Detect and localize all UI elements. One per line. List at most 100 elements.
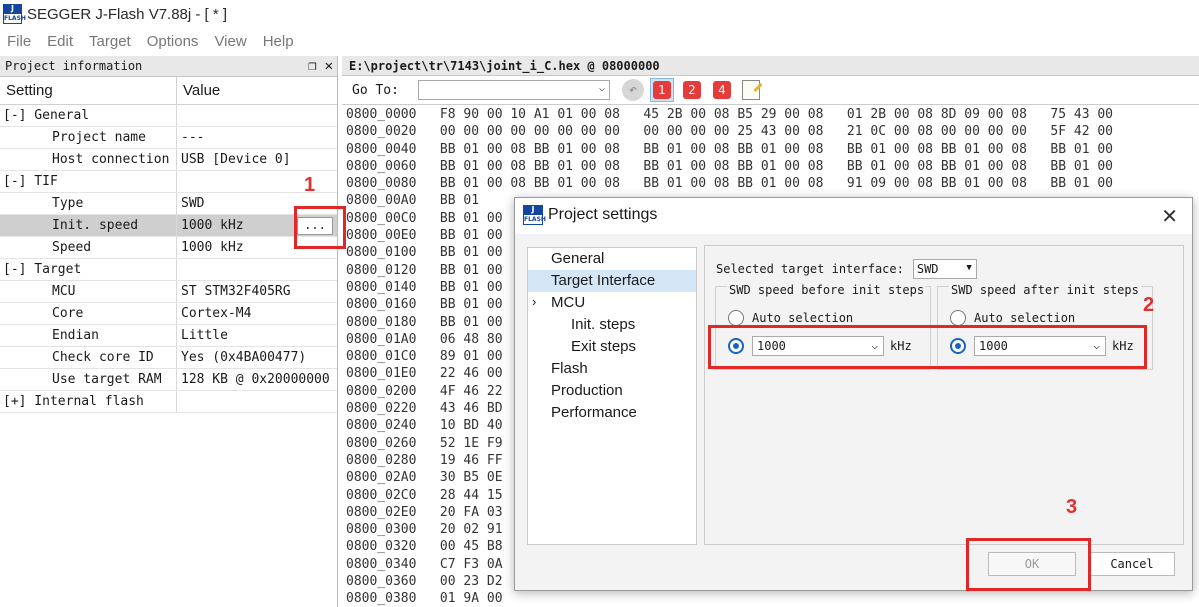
menu-bar: File Edit Target Options View Help	[0, 30, 1199, 54]
setting-value	[177, 391, 337, 412]
nav-item-production[interactable]: Production	[528, 380, 696, 402]
setting-value: ST STM32F405RG	[181, 284, 291, 299]
menu-target[interactable]: Target	[81, 30, 139, 54]
setting-name: [-] TIF	[0, 171, 177, 192]
property-row[interactable]: Init. speed 1000 kHz...	[0, 215, 337, 237]
menu-options[interactable]: Options	[139, 30, 207, 54]
setting-name: [-] Target	[0, 259, 177, 280]
nav-label: Init. steps	[571, 316, 636, 333]
annotation-number-1: 1	[304, 174, 316, 196]
menu-file[interactable]: File	[0, 30, 39, 54]
jflash-logo-icon: J FLASH	[523, 205, 546, 225]
hex-line: 0800_0040 BB 01 00 08 BB 01 00 08 BB 01 …	[346, 141, 1114, 157]
property-row[interactable]: Endian Little	[0, 325, 337, 347]
nav-item-general[interactable]: General	[528, 248, 696, 270]
menu-help[interactable]: Help	[255, 30, 302, 54]
menu-view[interactable]: View	[206, 30, 254, 54]
value-column-header: Value	[183, 82, 221, 99]
file-path-header: E:\project\tr\7143\joint_i_C.hex @ 08000…	[342, 56, 1199, 76]
annotation-box-3	[966, 538, 1091, 591]
hex-line: 0800_0020 00 00 00 00 00 00 00 00 00 00 …	[346, 124, 1114, 140]
chevron-down-icon: ⌵	[598, 83, 605, 94]
property-header: Setting Value	[0, 77, 337, 105]
nav-label: Flash	[551, 360, 588, 377]
property-row[interactable]: Type SWD	[0, 193, 337, 215]
annotation-number-3: 3	[1066, 496, 1078, 518]
title-bar: J FLASH SEGGER J-Flash V7.88j - [ * ]	[0, 0, 1199, 30]
window-title: SEGGER J-Flash V7.88j - [ * ]	[27, 6, 228, 23]
dialog-title: Project settings	[548, 206, 658, 223]
property-group-row[interactable]: [+] Internal flash	[0, 391, 337, 413]
property-row[interactable]: Check core ID Yes (0x4BA00477)	[0, 347, 337, 369]
project-information-panel: Project information ❐ ✕ Setting Value [-…	[0, 56, 338, 607]
nav-item-performance[interactable]: Performance	[528, 402, 696, 424]
target-interface-settings: Selected target interface: SWD ▼ SWD spe…	[704, 245, 1184, 545]
goto-toolbar: Go To: ⌵ ↶ 1 2 4	[342, 76, 1199, 105]
setting-name: Init. speed	[0, 215, 177, 236]
setting-name: Use target RAM	[0, 369, 177, 390]
view-1-button[interactable]: 1	[650, 78, 674, 102]
hex-line: 0800_0080 BB 01 00 08 BB 01 00 08 BB 01 …	[346, 176, 1114, 192]
view-2-button[interactable]: 2	[680, 78, 704, 102]
menu-edit[interactable]: Edit	[39, 30, 81, 54]
annotation-box-1	[294, 206, 346, 249]
view-4-button[interactable]: 4	[710, 78, 734, 102]
nav-label: General	[551, 250, 605, 267]
restore-panel-icon[interactable]: ❐	[308, 58, 316, 74]
setting-name: MCU	[0, 281, 177, 302]
settings-nav-tree: General Target Interface › MCU Init. steps Ex…	[527, 247, 697, 545]
setting-value: 128 KB @ 0x20000000	[181, 372, 330, 387]
property-row[interactable]: Project name ---	[0, 127, 337, 149]
setting-value: Cortex-M4	[181, 306, 252, 321]
edit-document-icon[interactable]	[742, 80, 760, 100]
property-row[interactable]: Core Cortex-M4	[0, 303, 337, 325]
property-group-row[interactable]: [-] Target	[0, 259, 337, 281]
property-group-row[interactable]: [-] TIF	[0, 171, 337, 193]
nav-label: Target Interface	[551, 272, 656, 289]
interface-select[interactable]: SWD ▼	[912, 259, 977, 279]
nav-item-init-steps[interactable]: Init. steps	[528, 314, 696, 336]
nav-item-flash[interactable]: Flash	[528, 358, 696, 380]
auto-selection-before-row[interactable]: Auto selection	[728, 310, 853, 326]
cancel-button[interactable]: Cancel	[1089, 552, 1175, 576]
property-row[interactable]: Speed 1000 kHz	[0, 237, 337, 259]
auto-selection-after-row[interactable]: Auto selection	[950, 310, 1075, 326]
expand-chevron-icon[interactable]: ›	[532, 294, 536, 309]
dialog-title-bar: J FLASH Project settings ✕	[515, 198, 1192, 234]
hex-line: 0800_0000 F8 90 00 10 A1 01 00 08 45 2B …	[346, 107, 1114, 122]
setting-value	[177, 259, 337, 280]
setting-name: Endian	[0, 325, 177, 346]
setting-name: [+] Internal flash	[0, 391, 177, 412]
goto-address-combobox[interactable]: ⌵	[418, 80, 610, 100]
panel-title: Project information	[5, 59, 143, 73]
setting-name: Host connection	[0, 149, 177, 170]
project-settings-dialog: J FLASH Project settings ✕ General Target …	[514, 197, 1193, 591]
nav-label: Performance	[551, 404, 637, 421]
setting-name: Project name	[0, 127, 177, 148]
property-row[interactable]: MCU ST STM32F405RG	[0, 281, 337, 303]
goto-label: Go To:	[352, 82, 399, 98]
property-row[interactable]: Use target RAM 128 KB @ 0x20000000	[0, 369, 337, 391]
dropdown-arrow-icon: ▼	[966, 263, 972, 273]
property-row[interactable]: Host connection USB [Device 0]	[0, 149, 337, 171]
nav-item-target-interface[interactable]: Target Interface	[528, 270, 696, 292]
close-icon[interactable]: ✕	[1161, 204, 1178, 229]
annotation-number-2: 2	[1143, 294, 1155, 316]
setting-name: [-] General	[0, 105, 177, 126]
selected-interface-label: Selected target interface:	[716, 262, 904, 276]
setting-value: Little	[181, 328, 228, 343]
hex-line: 0800_0380 01 9A 00	[346, 591, 503, 607]
setting-name: Check core ID	[0, 347, 177, 368]
setting-value: ---	[181, 130, 205, 145]
nav-item-mcu[interactable]: › MCU	[528, 292, 696, 314]
annotation-box-2	[708, 325, 1147, 369]
auto-selection-before-radio[interactable]	[728, 310, 744, 326]
auto-selection-after-radio[interactable]	[950, 310, 966, 326]
close-panel-icon[interactable]: ✕	[325, 58, 333, 74]
back-arrow-icon[interactable]: ↶	[622, 79, 644, 101]
nav-label: Production	[551, 382, 623, 399]
nav-item-exit-steps[interactable]: Exit steps	[528, 336, 696, 358]
property-list: [-] General Project name --- Host connectio…	[0, 105, 337, 413]
property-group-row[interactable]: [-] General	[0, 105, 337, 127]
setting-name: Speed	[0, 237, 177, 258]
